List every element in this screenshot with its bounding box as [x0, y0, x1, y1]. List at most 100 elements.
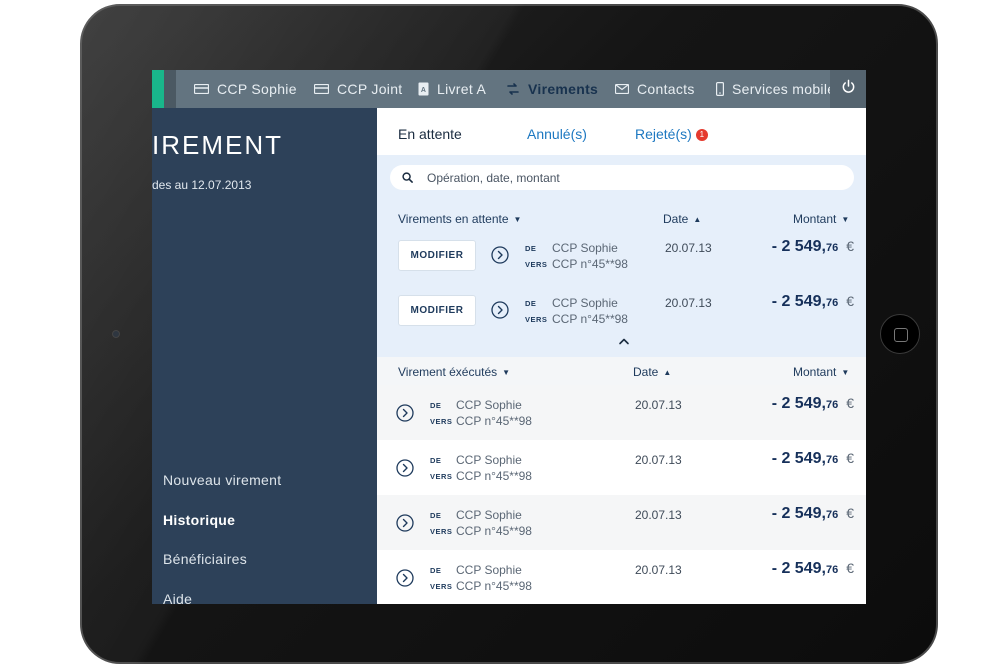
- page-title: IREMENT: [152, 130, 283, 160]
- transfer-amount: - 2 549,76 €: [772, 505, 854, 523]
- amount-cents: 76: [825, 564, 839, 576]
- from-account: CCP Sophie: [552, 296, 618, 310]
- nav-item-livret-a[interactable]: A Livret A: [418, 70, 486, 108]
- currency: €: [846, 293, 854, 309]
- to-label: VERS: [430, 527, 453, 536]
- table-row[interactable]: DE VERS CCP Sophie CCP n°45**98 20.07.13…: [377, 495, 866, 550]
- from-account: CCP Sophie: [456, 453, 522, 467]
- details-arrow-icon[interactable]: [396, 459, 414, 477]
- executed-amount-sort[interactable]: Montant ▼: [793, 365, 849, 379]
- amount-cents: 76: [825, 454, 839, 466]
- amount-main: - 2 549,: [771, 505, 826, 522]
- tab-rejetes[interactable]: Rejeté(s) 1: [635, 126, 708, 142]
- to-label: VERS: [525, 315, 548, 324]
- to-account: CCP n°45**98: [552, 257, 628, 271]
- column-label: Montant: [793, 212, 837, 226]
- to-label: VERS: [525, 260, 548, 269]
- search-icon: [402, 172, 413, 183]
- pending-section: Virements en attente ▼ Date ▲ Montant ▼ MOD…: [377, 155, 866, 357]
- currency: €: [846, 450, 854, 466]
- nav-item-services-mobile[interactable]: Services mobile: [716, 70, 835, 108]
- nav-item-label: Contacts: [637, 81, 695, 97]
- caret-up-icon: ▲: [693, 215, 702, 224]
- executed-title-sort[interactable]: Virement éxécutés ▼: [398, 365, 510, 379]
- to-account: CCP n°45**98: [456, 579, 532, 593]
- caret-down-icon: ▼: [502, 368, 511, 377]
- tab-label: Annulé(s): [527, 126, 587, 142]
- transfer-date: 20.07.13: [635, 508, 682, 522]
- pending-title-sort[interactable]: Virements en attente ▼: [398, 212, 521, 226]
- nav-item-contacts[interactable]: Contacts: [615, 70, 695, 108]
- executed-date-sort[interactable]: Date ▲: [633, 365, 671, 379]
- currency: €: [846, 560, 854, 576]
- to-account: CCP n°45**98: [456, 469, 532, 483]
- pending-amount-sort[interactable]: Montant ▼: [793, 212, 849, 226]
- table-row[interactable]: DE VERS CCP Sophie CCP n°45**98 20.07.13…: [377, 440, 866, 495]
- modify-button[interactable]: MODIFIER: [398, 240, 476, 271]
- details-arrow-icon[interactable]: [396, 404, 414, 422]
- tab-annules[interactable]: Annulé(s): [527, 126, 587, 142]
- search-input[interactable]: [425, 169, 829, 186]
- table-row[interactable]: DE VERS CCP Sophie CCP n°45**98 20.07.13…: [377, 385, 866, 440]
- page-subtitle: des au 12.07.2013: [152, 178, 252, 192]
- details-arrow-icon[interactable]: [396, 569, 414, 587]
- sidebar-item-historique[interactable]: Historique: [163, 512, 235, 528]
- sidebar-item-nouveau-virement[interactable]: Nouveau virement: [163, 472, 281, 488]
- nav-item-virements[interactable]: Virements: [506, 70, 598, 108]
- button-label: MODIFIER: [410, 250, 464, 261]
- amount-cents: 76: [825, 399, 839, 411]
- accent-bar: [152, 70, 164, 108]
- to-account: CCP n°45**98: [456, 414, 532, 428]
- amount-main: - 2 549,: [771, 560, 826, 577]
- transfer-amount: - 2 549,76 €: [772, 560, 854, 578]
- amount-cents: 76: [825, 242, 839, 254]
- pending-date-sort[interactable]: Date ▲: [663, 212, 701, 226]
- amount-main: - 2 549,: [771, 238, 826, 255]
- phone-icon: [716, 82, 724, 96]
- currency: €: [846, 238, 854, 254]
- nav-item-ccp-sophie[interactable]: CCP Sophie: [194, 70, 297, 108]
- amount-cents: 76: [825, 297, 839, 309]
- tab-label: En attente: [398, 126, 462, 142]
- top-nav: CCP Sophie CCP Joint A Livret A Virement…: [152, 70, 866, 108]
- logout-button[interactable]: [830, 70, 866, 108]
- nav-item-label: Services mobile: [732, 81, 836, 97]
- home-square-icon: [894, 328, 908, 342]
- tab-en-attente[interactable]: En attente: [398, 126, 462, 142]
- table-row[interactable]: DE VERS CCP Sophie CCP n°45**98 20.07.13…: [377, 550, 866, 604]
- tab-label: Rejeté(s): [635, 126, 692, 142]
- from-label: DE: [430, 566, 442, 575]
- card-icon: [194, 84, 209, 94]
- sidebar-item-beneficiaires[interactable]: Bénéficiaires: [163, 551, 247, 567]
- nav-item-ccp-joint[interactable]: CCP Joint: [314, 70, 402, 108]
- column-label: Virement éxécutés: [398, 365, 498, 379]
- caret-down-icon: ▼: [841, 215, 850, 224]
- svg-text:A: A: [421, 87, 426, 94]
- to-label: VERS: [430, 582, 453, 591]
- collapse-chevron-icon[interactable]: [618, 337, 630, 345]
- caret-down-icon: ▼: [513, 215, 522, 224]
- search-bar: [390, 165, 854, 190]
- camera-icon: [112, 330, 120, 338]
- modify-button[interactable]: MODIFIER: [398, 295, 476, 326]
- transfer-date: 20.07.13: [635, 563, 682, 577]
- nav-item-label: Livret A: [437, 81, 487, 97]
- nav-item-label: CCP Joint: [337, 81, 403, 97]
- screen: CCP Sophie CCP Joint A Livret A Virement…: [152, 70, 866, 604]
- details-arrow-icon[interactable]: [491, 301, 509, 319]
- details-arrow-icon[interactable]: [396, 514, 414, 532]
- home-button[interactable]: [880, 314, 920, 354]
- from-label: DE: [525, 244, 537, 253]
- tab-bar: En attente Annulé(s) Rejeté(s) 1: [377, 108, 866, 155]
- card-icon: [314, 84, 329, 94]
- column-label: Montant: [793, 365, 837, 379]
- sidebar-item-aide[interactable]: Aide: [163, 591, 192, 604]
- to-account: CCP n°45**98: [552, 312, 628, 326]
- currency: €: [846, 505, 854, 521]
- from-label: DE: [430, 511, 442, 520]
- executed-header: Virement éxécutés ▼ Date ▲ Montant ▼: [377, 357, 866, 385]
- amount-main: - 2 549,: [771, 395, 826, 412]
- from-account: CCP Sophie: [456, 398, 522, 412]
- button-label: MODIFIER: [410, 305, 464, 316]
- details-arrow-icon[interactable]: [491, 246, 509, 264]
